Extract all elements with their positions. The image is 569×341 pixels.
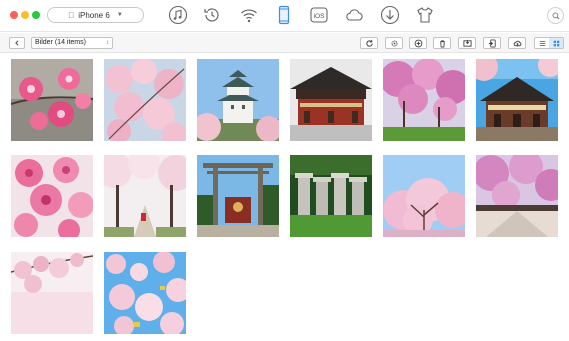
photo-thumbnail[interactable] [197, 59, 279, 141]
add-icon [414, 39, 422, 47]
phone-icon[interactable] [273, 4, 295, 26]
delete-button[interactable] [433, 37, 451, 49]
refresh-button[interactable] [360, 37, 378, 49]
photo-thumbnail[interactable] [11, 155, 93, 237]
add-button[interactable] [409, 37, 427, 49]
settings-button[interactable] [385, 37, 403, 49]
close-window-button[interactable] [10, 11, 18, 19]
view-mode-toggle [534, 37, 564, 49]
refresh-icon [365, 39, 373, 47]
device-name: iPhone 6 [75, 10, 110, 20]
svg-text:iOS: iOS [314, 13, 326, 20]
list-view-button[interactable] [535, 38, 549, 48]
title-bar:  iPhone 6 ▼ iOS [0, 0, 569, 32]
photo-thumbnail[interactable] [290, 59, 372, 141]
upload-cloud-button[interactable] [508, 37, 526, 49]
photo-thumbnail[interactable] [476, 59, 558, 141]
wifi-sync-icon[interactable] [238, 4, 260, 26]
photo-thumbnail[interactable] [104, 155, 186, 237]
download-icon[interactable] [379, 4, 401, 26]
chevron-down-icon: ▼ [113, 12, 123, 18]
photo-thumbnail[interactable] [476, 155, 558, 237]
photo-thumbnail[interactable] [383, 155, 465, 237]
search-button[interactable] [547, 7, 564, 24]
photo-thumbnail[interactable] [197, 155, 279, 237]
photo-thumbnail[interactable] [104, 252, 186, 334]
photo-thumbnail[interactable] [104, 59, 186, 141]
grid-view-button[interactable] [549, 38, 563, 48]
music-icon[interactable] [167, 4, 189, 26]
photo-thumbnail[interactable] [11, 252, 93, 334]
photo-grid [0, 54, 569, 341]
back-button[interactable] [9, 37, 25, 49]
to-device-icon [488, 38, 496, 48]
export-to-computer-button[interactable] [458, 37, 476, 49]
list-icon [539, 40, 545, 46]
cloud-upload-icon [513, 40, 521, 46]
ios-icon[interactable]: iOS [308, 4, 330, 26]
grid-icon [553, 40, 559, 46]
device-selector[interactable]:  iPhone 6 ▼ [47, 7, 144, 23]
send-to-device-button[interactable] [483, 37, 501, 49]
gear-icon [390, 39, 398, 47]
trash-icon [439, 39, 445, 48]
zoom-window-button[interactable] [32, 11, 40, 19]
album-toolbar: Bilder (14 items) ↕ [0, 33, 569, 53]
photo-thumbnail[interactable] [11, 59, 93, 141]
to-computer-icon [462, 39, 472, 47]
updown-arrows-icon: ↕ [106, 40, 109, 46]
minimize-window-button[interactable] [21, 11, 29, 19]
album-select-value: Bilder (14 items) [35, 39, 86, 46]
album-select[interactable]: Bilder (14 items) ↕ [31, 37, 113, 49]
search-icon [552, 12, 560, 20]
shirt-icon[interactable] [414, 4, 436, 26]
photo-thumbnail[interactable] [383, 59, 465, 141]
chevron-left-icon [15, 40, 19, 46]
apple-icon:  [68, 11, 74, 20]
history-icon[interactable] [201, 4, 223, 26]
cloud-icon[interactable] [343, 4, 365, 26]
photo-thumbnail[interactable] [290, 155, 372, 237]
